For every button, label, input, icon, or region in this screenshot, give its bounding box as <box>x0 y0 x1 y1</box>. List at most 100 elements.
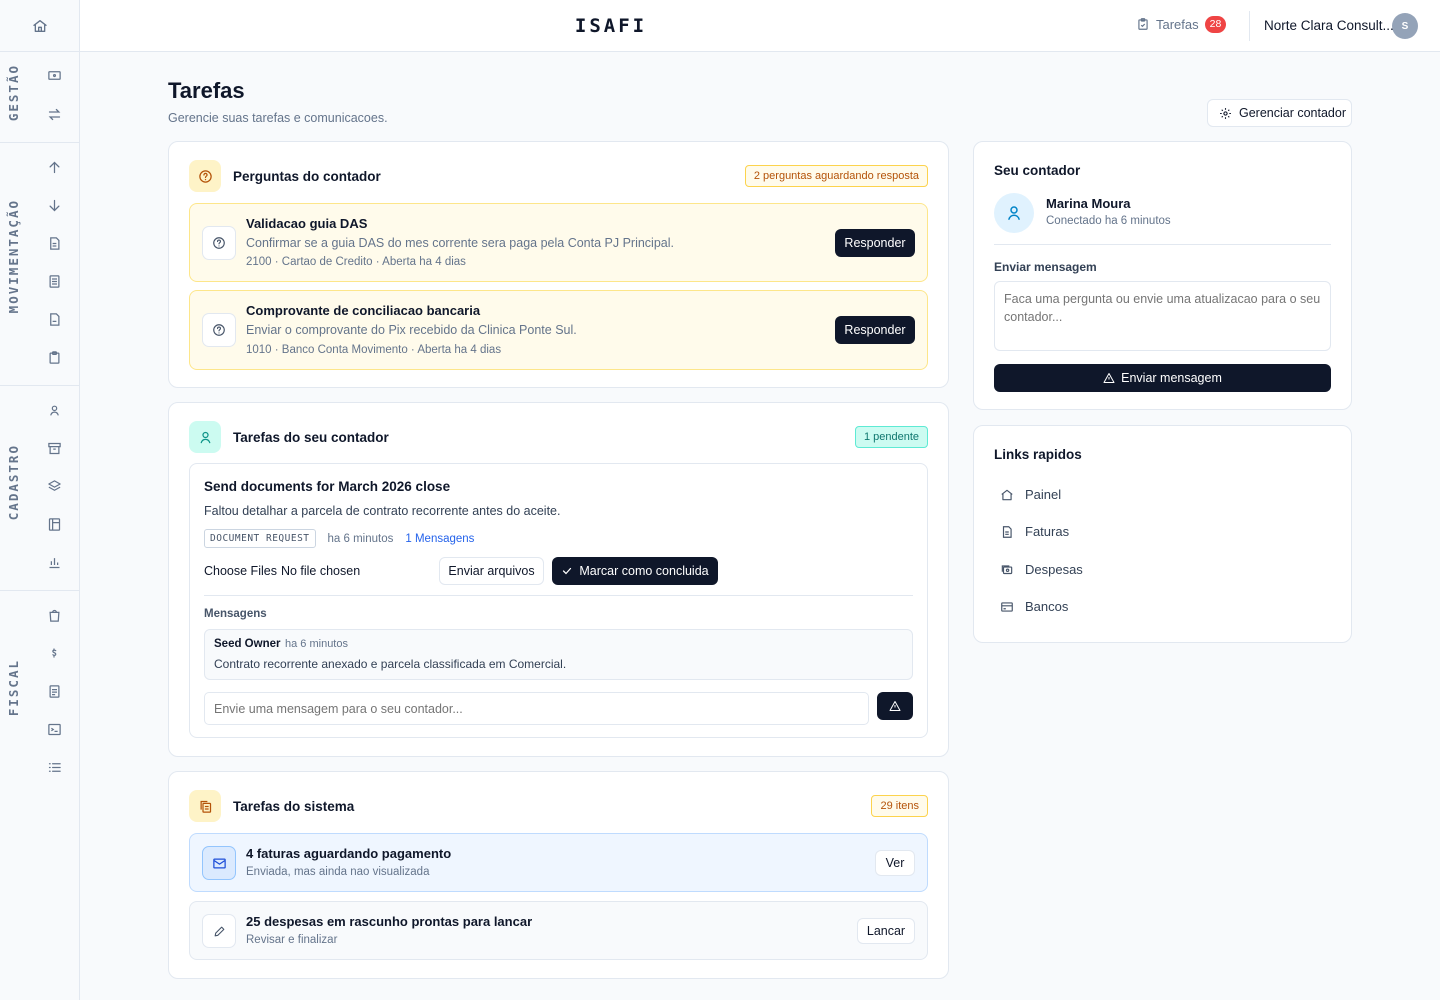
arrow-down-icon[interactable] <box>44 195 64 215</box>
receipt-icon <box>1000 563 1014 577</box>
wallet-icon[interactable] <box>44 65 64 85</box>
accountant-card: Seu contador Marina Moura Conectado ha 6… <box>973 141 1352 410</box>
archive-icon[interactable] <box>44 438 64 458</box>
header-tasks-label: Tarefas <box>1156 16 1199 32</box>
brand-logo: ISAFI <box>574 15 648 37</box>
ledger-icon[interactable] <box>44 514 64 534</box>
tax-document-icon[interactable] <box>44 681 64 701</box>
questions-card: Perguntas do contador 2 perguntas aguard… <box>168 141 949 388</box>
questions-title: Perguntas do contador <box>233 169 381 184</box>
user-icon[interactable] <box>44 400 64 420</box>
questions-status-badge: 2 perguntas aguardando resposta <box>744 165 928 187</box>
shopping-bag-icon[interactable] <box>44 605 64 625</box>
pending-badge: 1 pendente <box>854 426 928 448</box>
sidebar-section-label: CADASTRO <box>6 444 21 521</box>
bar-chart-icon[interactable] <box>44 552 64 572</box>
divider <box>994 244 1331 245</box>
sidebar-section-movimentacao: MOVIMENTAÇÃO <box>0 143 79 386</box>
system-tasks-count-badge: 29 itens <box>871 795 928 817</box>
user-avatar[interactable]: S <box>1392 13 1418 39</box>
accountant-tasks-title: Tarefas do seu contador <box>233 430 389 445</box>
post-button[interactable]: Lancar <box>857 918 915 944</box>
sidebar-section-label: MOVIMENTAÇÃO <box>6 199 21 314</box>
choose-files-button[interactable]: Choose Files <box>204 564 277 578</box>
send-icon <box>1103 372 1115 384</box>
send-message-label: Enviar mensagem <box>1121 371 1222 385</box>
respond-button[interactable]: Responder <box>835 229 915 257</box>
task-description: Faltou detalhar a parcela de contrato re… <box>204 504 561 518</box>
respond-button[interactable]: Responder <box>835 316 915 344</box>
system-task-title: 25 despesas em rascunho prontas para lan… <box>246 914 533 929</box>
quick-link-label: Bancos <box>1025 599 1069 614</box>
home-button[interactable] <box>0 0 79 52</box>
list-document-icon[interactable] <box>44 271 64 291</box>
arrow-up-icon[interactable] <box>44 157 64 177</box>
no-file-label: No file chosen <box>280 564 361 578</box>
sidebar-section-label: GESTÃO <box>6 64 21 122</box>
quick-link-faturas[interactable]: Faturas <box>1000 524 1069 539</box>
send-icon <box>889 700 901 712</box>
user-icon <box>189 421 221 453</box>
home-icon <box>32 18 48 34</box>
send-reply-button[interactable] <box>877 692 913 720</box>
question-meta: 1010 · Banco Conta Movimento · Aberta ha… <box>246 344 502 356</box>
quick-links-card: Links rapidos Painel Faturas Despesas Ba… <box>973 425 1352 643</box>
task-reply-input[interactable] <box>204 692 869 725</box>
system-task-title: 4 faturas aguardando pagamento <box>246 846 452 861</box>
message-text: Contrato recorrente anexado e parcela cl… <box>214 657 567 671</box>
quick-link-label: Despesas <box>1025 562 1083 577</box>
clipboard-check-icon <box>1136 17 1150 31</box>
system-tasks-card: Tarefas do sistema 29 itens 4 faturas ag… <box>168 771 949 979</box>
system-task-subtitle: Revisar e finalizar <box>246 934 338 946</box>
message-bubble: Seed Owner ha 6 minutos Contrato recorre… <box>204 629 913 680</box>
file-text-icon[interactable] <box>44 309 64 329</box>
page-subtitle: Gerencie suas tarefas e comunicacoes. <box>168 111 388 125</box>
view-button[interactable]: Ver <box>875 850 915 876</box>
copy-icon <box>189 790 221 822</box>
accountant-message-textarea[interactable] <box>994 281 1331 351</box>
question-item: Validacao guia DAS Confirmar se a guia D… <box>189 203 928 282</box>
system-task-item: 25 despesas em rascunho prontas para lan… <box>189 901 928 960</box>
question-description: Confirmar se a guia DAS do mes corrente … <box>246 236 674 250</box>
mark-complete-button[interactable]: Marcar como concluida <box>552 557 718 585</box>
terminal-icon[interactable] <box>44 719 64 739</box>
accountant-status: Conectado ha 6 minutos <box>1046 215 1171 227</box>
document-icon[interactable] <box>44 233 64 253</box>
question-circle-icon <box>189 160 221 192</box>
list-icon[interactable] <box>44 757 64 777</box>
task-item: Send documents for March 2026 close Falt… <box>189 463 928 738</box>
file-input[interactable]: Choose Files No file chosen <box>204 564 360 578</box>
question-meta: 2100 · Cartao de Credito · Aberta ha 4 d… <box>246 256 466 268</box>
dollar-icon[interactable] <box>44 643 64 663</box>
system-task-item: 4 faturas aguardando pagamento Enviada, … <box>189 833 928 892</box>
upload-files-button[interactable]: Enviar arquivos <box>439 557 544 585</box>
question-title: Validacao guia DAS <box>246 216 368 231</box>
message-time: ha 6 minutos <box>285 638 348 650</box>
quick-link-label: Painel <box>1025 487 1062 502</box>
manage-accountant-button[interactable]: Gerenciar contador <box>1207 99 1352 127</box>
page-title: Tarefas <box>168 78 245 103</box>
organization-switcher[interactable]: Norte Clara Consult... <box>1264 18 1394 33</box>
sidebar-section-gestao: GESTÃO <box>0 52 79 143</box>
sidebar-section-cadastro: CADASTRO <box>0 386 79 591</box>
pencil-icon <box>202 914 236 948</box>
transfer-icon[interactable] <box>44 104 64 124</box>
header-tasks-button[interactable]: Tarefas 28 <box>1136 16 1227 33</box>
file-icon <box>1000 525 1014 539</box>
clipboard-icon[interactable] <box>44 347 64 367</box>
card-icon <box>1000 600 1014 614</box>
task-type-tag: DOCUMENT REQUEST <box>204 529 316 548</box>
divider <box>204 595 913 596</box>
accountant-avatar-icon <box>994 193 1034 233</box>
quick-link-painel[interactable]: Painel <box>1000 487 1061 502</box>
accountant-tasks-card: Tarefas do seu contador 1 pendente Send … <box>168 402 949 757</box>
send-message-button[interactable]: Enviar mensagem <box>994 364 1331 392</box>
quick-link-bancos[interactable]: Bancos <box>1000 599 1068 614</box>
messages-link[interactable]: 1 Mensagens <box>405 533 474 545</box>
header-divider <box>1249 11 1250 41</box>
top-header: ISAFI Tarefas 28 Norte Clara Consult... … <box>80 0 1440 52</box>
sidebar: GESTÃO MOVIMENTAÇÃO CADASTRO FISCAL <box>0 0 80 1000</box>
quick-link-despesas[interactable]: Despesas <box>1000 562 1083 577</box>
system-tasks-title: Tarefas do sistema <box>233 799 355 814</box>
layers-icon[interactable] <box>44 476 64 496</box>
